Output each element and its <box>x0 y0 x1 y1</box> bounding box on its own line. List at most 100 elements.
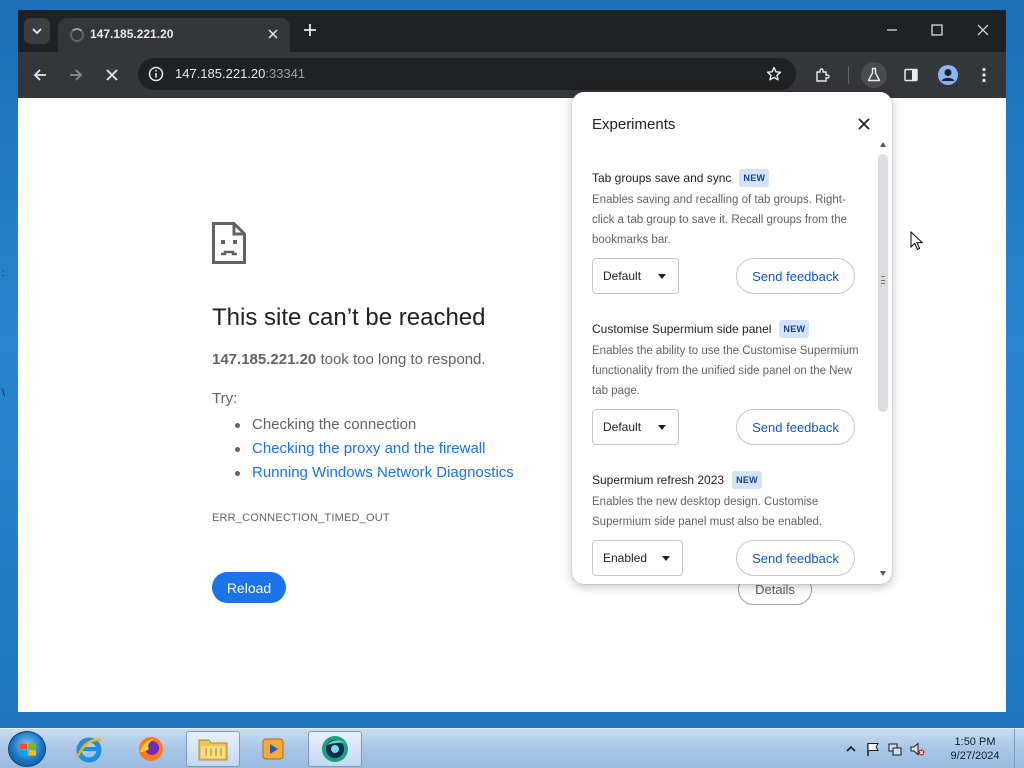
extensions-button[interactable] <box>809 62 835 88</box>
new-tab-button[interactable] <box>300 20 320 40</box>
scroll-down-icon[interactable] <box>880 571 886 576</box>
chevron-down-icon <box>32 28 42 35</box>
plus-icon <box>304 24 316 36</box>
desktop-icon-fragment: : <box>2 268 5 279</box>
experiments-button[interactable] <box>861 62 887 88</box>
experiment-description: Enables the ability to use the Customise… <box>592 345 859 397</box>
url-text: 147.185.221.20:33341 <box>175 66 305 81</box>
experiment-name: Tab groups save and sync NEW <box>592 169 860 187</box>
error-message-text: took too long to respond. <box>316 351 486 368</box>
avatar-icon <box>938 65 958 85</box>
volume-muted-icon[interactable] <box>908 740 926 758</box>
suggestion-link-diagnostics[interactable]: Running Windows Network Diagnostics <box>232 461 514 485</box>
experiment-state-select[interactable]: Enabled <box>592 540 683 576</box>
caret-down-icon <box>658 425 666 430</box>
browser-tab[interactable]: 147.185.221.20 <box>58 18 290 52</box>
arrow-left-icon <box>33 69 46 81</box>
puzzle-icon <box>816 68 830 82</box>
taskbar-media-player[interactable] <box>246 731 300 767</box>
experiments-close-button[interactable] <box>854 114 874 134</box>
experiment-description: Enables the new desktop design. Customis… <box>592 496 823 528</box>
select-value: Default <box>603 420 642 434</box>
experiment-description: Enables saving and recalling of tab grou… <box>592 194 848 246</box>
experiment-name-text: Supermium refresh 2023 <box>592 473 725 487</box>
experiments-scrollbar[interactable] <box>876 140 890 580</box>
error-code: ERR_CONNECTION_TIMED_OUT <box>212 512 390 524</box>
arrow-right-icon <box>70 69 83 81</box>
show-hidden-icons-button[interactable] <box>842 740 860 758</box>
experiment-item: Tab groups save and sync NEW Enables savi… <box>592 169 860 250</box>
experiments-dialog: Experiments Tab groups save and sync NEW … <box>572 92 892 584</box>
network-icon[interactable] <box>886 740 904 758</box>
caret-down-icon <box>658 274 666 279</box>
media-player-icon <box>262 738 284 760</box>
url-host: 147.185.221.20 <box>175 66 266 81</box>
select-value: Default <box>603 269 642 283</box>
minimize-button[interactable] <box>878 20 906 40</box>
scroll-thumb[interactable] <box>878 154 888 412</box>
send-feedback-button[interactable]: Send feedback <box>736 540 855 576</box>
experiment-state-select[interactable]: Default <box>592 258 679 294</box>
flask-icon <box>867 67 881 82</box>
grip-icon <box>881 276 885 284</box>
address-bar[interactable]: 147.185.221.20:33341 <box>138 58 796 90</box>
stop-loading-button[interactable] <box>99 62 125 88</box>
experiment-state-select[interactable]: Default <box>592 409 679 445</box>
error-host: 147.185.221.20 <box>212 351 317 368</box>
send-feedback-button[interactable]: Send feedback <box>736 409 855 445</box>
sad-page-icon <box>212 222 246 264</box>
new-badge: NEW <box>779 320 810 338</box>
side-panel-button[interactable] <box>898 62 924 88</box>
error-message: 147.185.221.20 took too long to respond. <box>212 351 486 368</box>
select-value: Enabled <box>603 551 648 565</box>
taskbar: 1:50 PM 9/27/2024 <box>0 728 1024 768</box>
experiment-item: Supermium refresh 2023 NEW Enables the ne… <box>592 471 860 532</box>
show-desktop-button[interactable] <box>1014 729 1024 768</box>
scroll-up-icon[interactable] <box>880 142 886 147</box>
forward-button[interactable] <box>63 62 89 88</box>
tab-close-button[interactable] <box>264 25 282 43</box>
suggestion-link-proxy[interactable]: Checking the proxy and the firewall <box>232 437 514 461</box>
profile-button[interactable] <box>935 62 961 88</box>
start-button[interactable] <box>8 731 46 767</box>
experiment-item: Customise Supermium side panel NEW Enable… <box>592 320 860 401</box>
taskbar-file-explorer[interactable] <box>186 731 240 767</box>
experiment-name-text: Tab groups save and sync <box>592 171 732 185</box>
more-vert-icon <box>982 67 986 83</box>
send-feedback-button[interactable]: Send feedback <box>736 258 855 294</box>
new-badge: NEW <box>739 169 770 187</box>
action-center-flag-icon[interactable] <box>864 740 882 758</box>
close-window-button[interactable] <box>969 20 997 40</box>
back-button[interactable] <box>27 62 53 88</box>
desktop-icon-fragment: \ <box>2 388 5 399</box>
mouse-cursor-icon <box>910 231 924 251</box>
taskbar-supermium[interactable] <box>308 731 362 767</box>
maximize-button[interactable] <box>923 20 951 40</box>
system-tray <box>842 737 926 761</box>
close-icon <box>106 69 118 81</box>
tab-search-button[interactable] <box>24 18 50 44</box>
folder-icon <box>198 739 228 761</box>
firefox-icon <box>139 737 163 761</box>
clock-date: 9/27/2024 <box>950 750 1000 762</box>
taskbar-firefox[interactable] <box>124 731 178 767</box>
experiment-name-text: Customise Supermium side panel <box>592 322 772 336</box>
star-icon <box>766 66 782 81</box>
supermium-icon <box>322 736 348 762</box>
try-label: Try: <box>212 390 238 407</box>
new-badge: NEW <box>732 471 762 489</box>
taskbar-internet-explorer[interactable] <box>62 731 116 767</box>
title-bar: 147.185.221.20 <box>18 10 1006 52</box>
internet-explorer-icon <box>76 737 102 763</box>
minimize-icon <box>887 29 897 31</box>
reload-button[interactable]: Reload <box>212 572 286 603</box>
suggestion-item: Checking the connection <box>232 413 514 437</box>
close-icon <box>977 24 989 36</box>
bookmark-star-button[interactable] <box>764 64 784 84</box>
site-info-icon[interactable] <box>146 64 166 84</box>
side-panel-icon <box>904 68 918 82</box>
suggestion-list: Checking the connection Checking the pro… <box>232 413 514 485</box>
system-clock[interactable]: 1:50 PM 9/27/2024 <box>940 735 1010 763</box>
tab-title: 147.185.221.20 <box>90 27 174 41</box>
menu-button[interactable] <box>971 62 997 88</box>
